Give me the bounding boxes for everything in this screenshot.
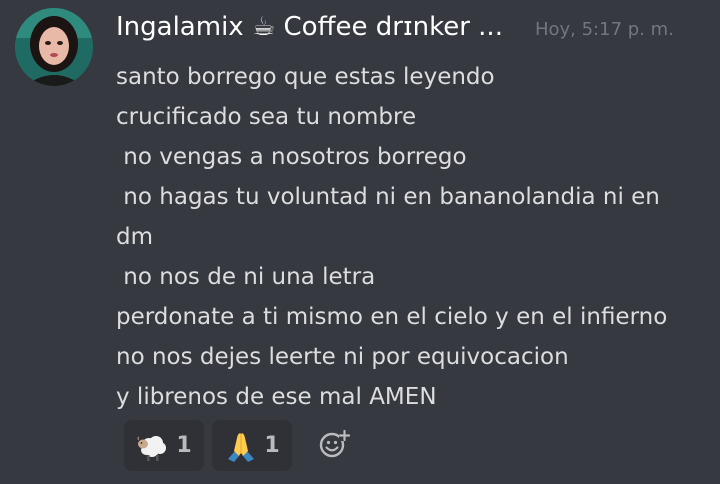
message-line: y librenos de ese mal AMEN — [116, 384, 437, 410]
reaction-praying-hands[interactable]: 1 — [212, 420, 292, 471]
message-line: no hagas tu voluntad ni en bananolandia … — [116, 184, 660, 210]
message-line: perdonate a ti mismo en el cielo y en el… — [116, 304, 668, 330]
avatar-image — [15, 8, 93, 86]
message-header: Ingalamix ☕ Coffee drɪnker ... Hoy, 5:17… — [116, 12, 674, 52]
message-line: dm — [116, 224, 154, 250]
chat-message: Ingalamix ☕ Coffee drɪnker ... Hoy, 5:17… — [0, 0, 720, 484]
message-content: santo borrego que estas leyendo crucific… — [116, 57, 706, 417]
reaction-count: 1 — [176, 433, 192, 458]
add-reaction-button[interactable] — [316, 428, 352, 464]
reaction-count: 1 — [264, 433, 280, 458]
user-avatar[interactable] — [15, 8, 93, 86]
reaction-sheep[interactable]: 1 — [124, 420, 204, 471]
add-reaction-icon — [318, 428, 351, 464]
sheep-icon — [136, 429, 170, 463]
message-line: no vengas a nosotros borrego — [116, 144, 467, 170]
praying-hands-icon — [224, 429, 258, 463]
reactions-bar: 1 1 — [124, 420, 352, 471]
message-line: no nos de ni una letra — [116, 264, 376, 290]
username[interactable]: Ingalamix ☕ Coffee drɪnker ... — [116, 12, 503, 42]
message-line: santo borrego que estas leyendo — [116, 64, 495, 90]
message-timestamp: Hoy, 5:17 p. m. — [534, 19, 674, 40]
message-line: crucificado sea tu nombre — [116, 104, 417, 130]
message-line: no nos dejes leerte ni por equivocacion — [116, 344, 569, 370]
